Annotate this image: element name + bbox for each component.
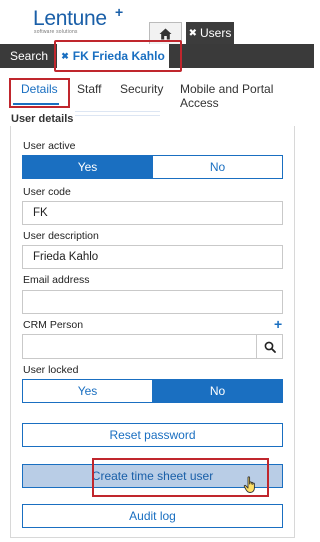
person-tab-label: FK Frieda Kahlo: [72, 49, 165, 63]
crm-search-button[interactable]: [256, 334, 283, 359]
search-tab[interactable]: Search: [10, 49, 48, 63]
logo-name: Lentune: [33, 7, 107, 30]
person-tab[interactable]: ✖ FK Frieda Kahlo: [57, 44, 169, 68]
users-tab[interactable]: ✖ Users: [186, 22, 234, 44]
email-label: Email address: [23, 274, 90, 286]
user-active-label: User active: [23, 140, 76, 152]
user-locked-toggle: Yes No: [22, 379, 283, 403]
users-tab-label: Users: [200, 26, 232, 40]
active-tab-indicator: [13, 103, 59, 105]
user-description-field[interactable]: Frieda Kahlo: [22, 245, 283, 269]
logo-plus: +: [115, 4, 124, 20]
add-crm-person-button[interactable]: +: [274, 317, 282, 331]
tab-staff[interactable]: Staff: [77, 82, 101, 96]
hand-cursor-icon: [243, 476, 255, 493]
divider: [75, 111, 160, 112]
user-code-field[interactable]: FK: [22, 201, 283, 225]
user-locked-yes[interactable]: Yes: [23, 380, 152, 402]
lentune-logo: Lentune + software solutions: [33, 4, 123, 35]
close-icon[interactable]: ✖: [189, 28, 197, 39]
home-tab[interactable]: [149, 22, 182, 44]
close-icon[interactable]: ✖: [61, 51, 69, 62]
tab-mobile-portal[interactable]: Mobile and Portal Access: [180, 82, 314, 110]
audit-log-button[interactable]: Audit log: [22, 504, 283, 528]
sub-tabs: Details Staff Security Mobile and Portal…: [0, 80, 314, 110]
crm-person-field[interactable]: [22, 334, 256, 359]
user-locked-no[interactable]: No: [152, 380, 282, 402]
user-code-label: User code: [23, 186, 71, 198]
user-active-yes[interactable]: Yes: [23, 156, 152, 178]
home-icon: [159, 28, 172, 39]
tab-bar: Search ✖ FK Frieda Kahlo: [0, 44, 314, 68]
tab-security[interactable]: Security: [120, 82, 163, 96]
email-field[interactable]: [22, 290, 283, 314]
app-header: Lentune + software solutions ✖ Users: [0, 0, 314, 44]
divider: [75, 115, 160, 116]
reset-password-button[interactable]: Reset password: [22, 423, 283, 447]
user-active-toggle: Yes No: [22, 155, 283, 179]
user-locked-label: User locked: [23, 364, 79, 376]
section-title: User details: [11, 113, 74, 125]
crm-person-label: CRM Person: [23, 319, 84, 331]
search-icon: [264, 341, 276, 353]
user-active-no[interactable]: No: [152, 156, 282, 178]
tab-details[interactable]: Details: [21, 82, 58, 96]
user-description-label: User description: [23, 230, 99, 242]
